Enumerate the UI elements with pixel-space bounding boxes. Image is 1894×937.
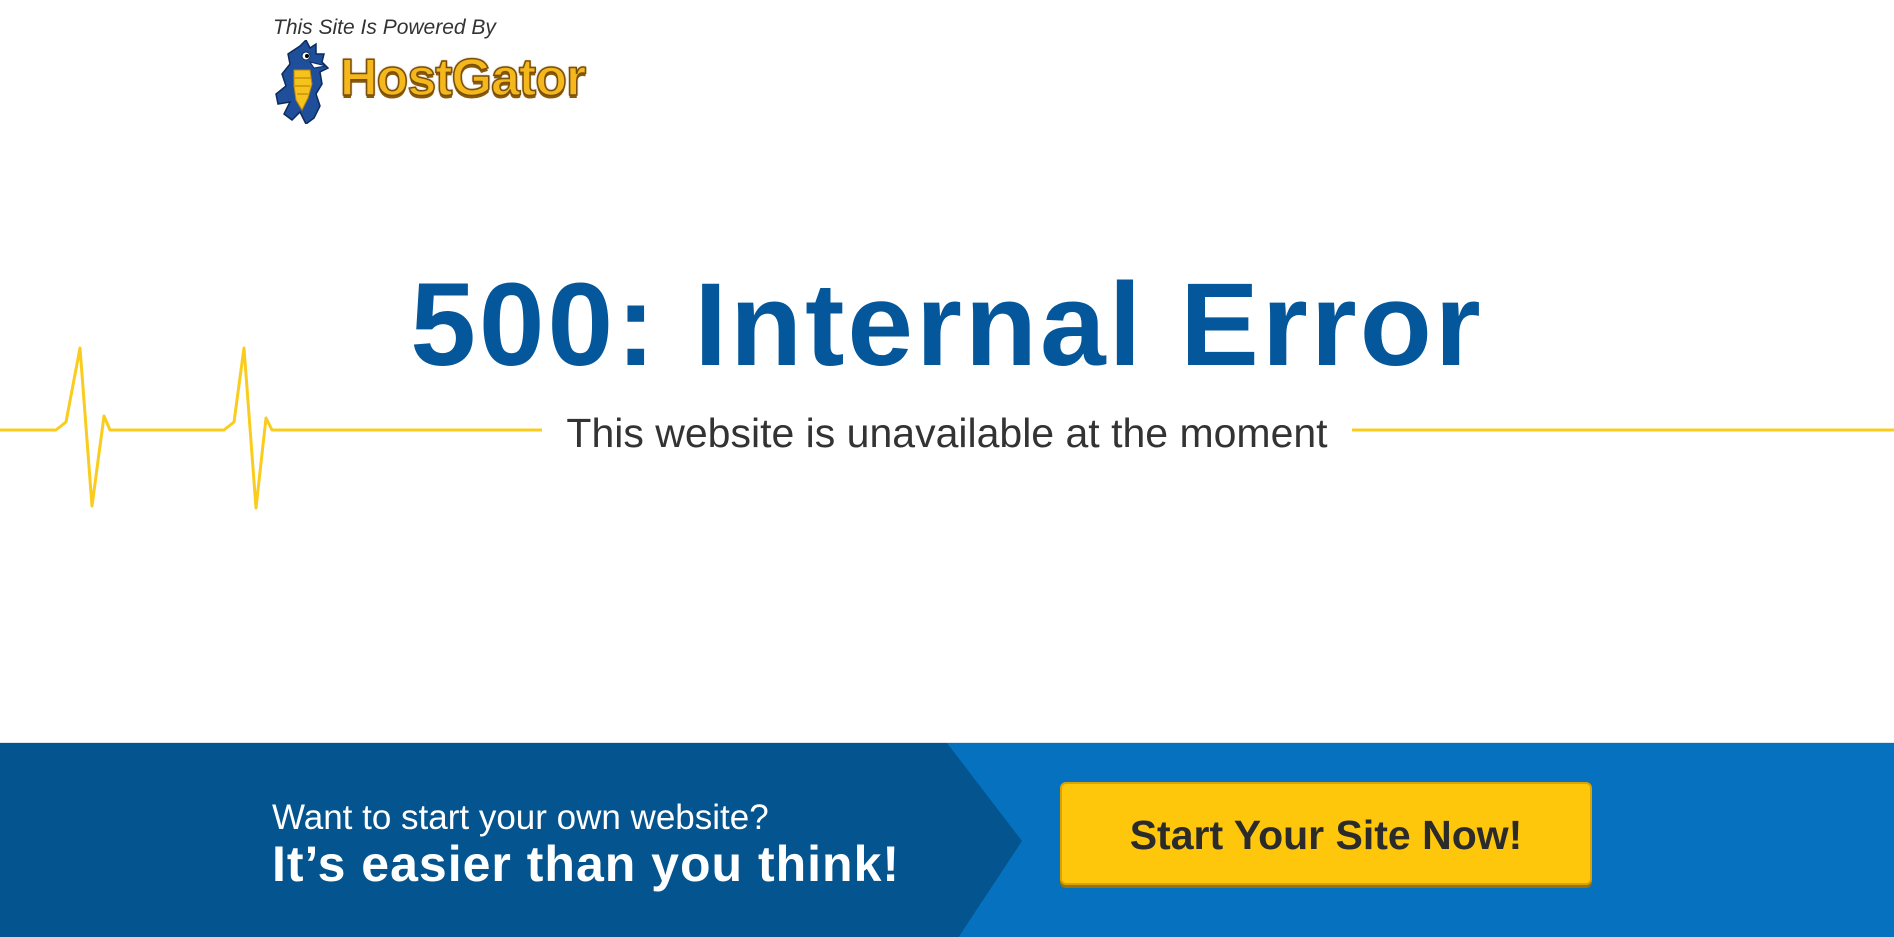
error-page: This Site Is Powered By HostGator 500: I… <box>0 0 1894 937</box>
banner-question: Want to start your own website? <box>272 798 769 837</box>
gator-mascot-icon <box>275 40 330 124</box>
logo-wordmark: HostGator <box>339 48 587 108</box>
powered-by-text: This Site Is Powered By <box>273 16 496 39</box>
banner-tagline: It’s easier than you think! <box>272 836 901 892</box>
start-site-button[interactable]: Start Your Site Now! <box>1060 782 1592 885</box>
error-subtitle: This website is unavailable at the momen… <box>566 410 1328 456</box>
promo-banner: Want to start your own website? It’s eas… <box>0 742 1894 937</box>
error-title: 500: Internal Error <box>410 259 1484 391</box>
hostgator-logo[interactable]: HostGator <box>270 40 615 124</box>
